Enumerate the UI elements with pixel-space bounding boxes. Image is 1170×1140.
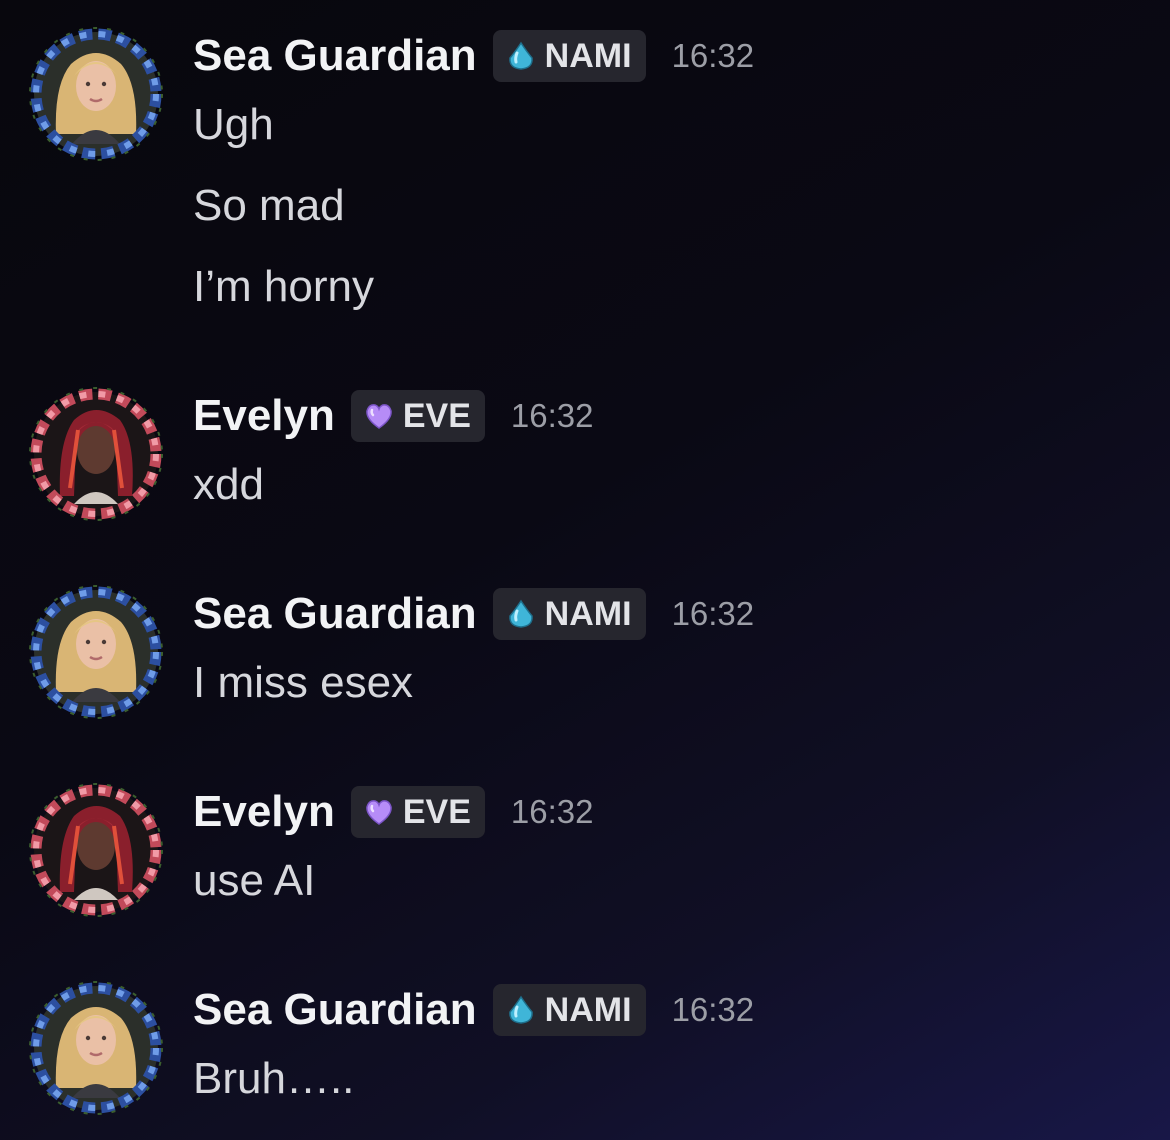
- message-list: Sea Guardian NAMI 16:32 Ugh So mad I’m h…: [0, 0, 1170, 1140]
- timestamp[interactable]: 16:32: [672, 37, 755, 75]
- timestamp[interactable]: 16:32: [672, 595, 755, 633]
- water-drop-icon: [505, 994, 537, 1026]
- message-header: Evelyn EVE 16:32: [193, 388, 594, 444]
- role-label: NAMI: [544, 594, 632, 633]
- role-label: NAMI: [544, 36, 632, 75]
- timestamp[interactable]: 16:32: [672, 991, 755, 1029]
- username[interactable]: Evelyn: [193, 787, 335, 837]
- avatar[interactable]: [26, 978, 166, 1118]
- message-header: Evelyn EVE 16:32: [193, 784, 594, 840]
- role-tag[interactable]: EVE: [350, 390, 485, 442]
- message-header: Sea Guardian NAMI 16:32: [193, 586, 754, 642]
- role-tag[interactable]: EVE: [350, 786, 485, 838]
- role-label: EVE: [402, 792, 471, 831]
- role-tag[interactable]: NAMI: [492, 588, 646, 640]
- avatar[interactable]: [26, 24, 166, 164]
- username[interactable]: Sea Guardian: [193, 31, 477, 81]
- role-label: NAMI: [544, 990, 632, 1029]
- message-text: I’m horny: [193, 262, 374, 311]
- message-text: I miss esex: [193, 658, 414, 707]
- username[interactable]: Evelyn: [193, 391, 335, 441]
- purple-heart-icon: [363, 796, 395, 828]
- timestamp[interactable]: 16:32: [511, 397, 594, 435]
- role-label: EVE: [402, 396, 471, 435]
- message-text: Ugh: [193, 100, 274, 149]
- username[interactable]: Sea Guardian: [193, 985, 477, 1035]
- message-text: So mad: [193, 181, 345, 230]
- message-header: Sea Guardian NAMI 16:32: [193, 982, 754, 1038]
- timestamp[interactable]: 16:32: [511, 793, 594, 831]
- water-drop-icon: [505, 40, 537, 72]
- username[interactable]: Sea Guardian: [193, 589, 477, 639]
- water-drop-icon: [505, 598, 537, 630]
- message-text: xdd: [193, 460, 264, 509]
- avatar[interactable]: [26, 384, 166, 524]
- message-header: Sea Guardian NAMI 16:32: [193, 28, 754, 84]
- role-tag[interactable]: NAMI: [492, 984, 646, 1036]
- message-text: Bruh…..: [193, 1054, 355, 1103]
- avatar[interactable]: [26, 780, 166, 920]
- role-tag[interactable]: NAMI: [492, 30, 646, 82]
- avatar[interactable]: [26, 582, 166, 722]
- purple-heart-icon: [363, 400, 395, 432]
- message-text: use AI: [193, 856, 316, 905]
